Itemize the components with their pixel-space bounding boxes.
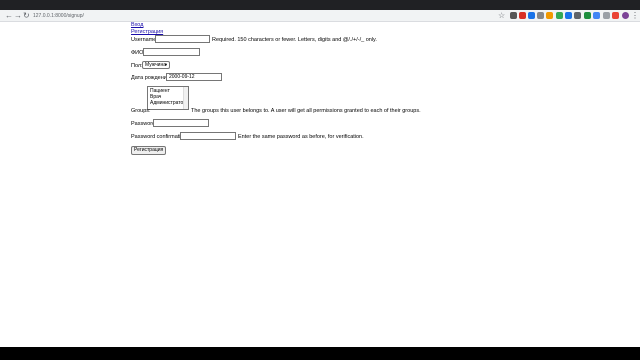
username-label: Username: [131, 37, 158, 43]
gender-selected-value: Мужчина [145, 62, 167, 68]
profile-avatar[interactable] [622, 12, 629, 19]
fio-field[interactable] [143, 48, 200, 56]
reload-icon[interactable]: ↻ [23, 11, 30, 21]
signup-submit-button[interactable]: Регистрация [131, 146, 167, 155]
extension-icon[interactable] [510, 12, 517, 19]
bookmark-star-icon[interactable]: ☆ [498, 11, 505, 21]
extension-icon[interactable] [603, 12, 610, 19]
extension-icon[interactable] [528, 12, 535, 19]
password-confirm-help: Enter the same password as before, for v… [238, 134, 364, 140]
extension-icon[interactable] [584, 12, 591, 19]
page-content: Вход Регистрация Username: Required. 150… [0, 22, 640, 347]
groups-listbox[interactable]: Пациент Врач Администратор [147, 86, 189, 110]
forward-icon[interactable]: → [14, 11, 22, 21]
birthdate-value: 2000-09-12 [169, 74, 195, 80]
username-field[interactable] [155, 35, 210, 43]
login-link[interactable]: Вход [131, 22, 143, 28]
address-bar[interactable]: 127.0.0.1:8000/signup/ [33, 11, 84, 21]
back-icon[interactable]: ← [5, 11, 13, 21]
groups-option[interactable]: Администратор [150, 100, 187, 106]
extension-icon[interactable] [537, 12, 544, 19]
browser-tab-strip [0, 0, 640, 10]
extension-icon[interactable] [593, 12, 600, 19]
chevron-down-icon: ▼ [164, 62, 168, 67]
bottom-letterbox [0, 347, 640, 360]
extension-icon[interactable] [565, 12, 572, 19]
username-help: Required. 150 characters or fewer. Lette… [212, 37, 377, 43]
menu-icon[interactable]: ⋮ [631, 11, 639, 21]
password-confirm-field[interactable] [180, 132, 236, 140]
listbox-scrollbar[interactable] [183, 87, 188, 109]
groups-label: Groups: [131, 108, 151, 114]
browser-toolbar: ← → ↻ 127.0.0.1:8000/signup/ ☆ ⋮ [0, 10, 640, 22]
extension-icon[interactable] [519, 12, 526, 19]
birthdate-field[interactable]: 2000-09-12 [166, 73, 222, 81]
gender-label: Пол: [131, 63, 143, 69]
extension-icon[interactable] [612, 12, 619, 19]
groups-help: The groups this user belongs to. A user … [191, 108, 421, 114]
extension-icon[interactable] [574, 12, 581, 19]
gender-select[interactable]: Мужчина ▼ [142, 61, 170, 69]
extension-icon[interactable] [556, 12, 563, 19]
extension-icon[interactable] [546, 12, 553, 19]
password-field[interactable] [153, 119, 209, 127]
